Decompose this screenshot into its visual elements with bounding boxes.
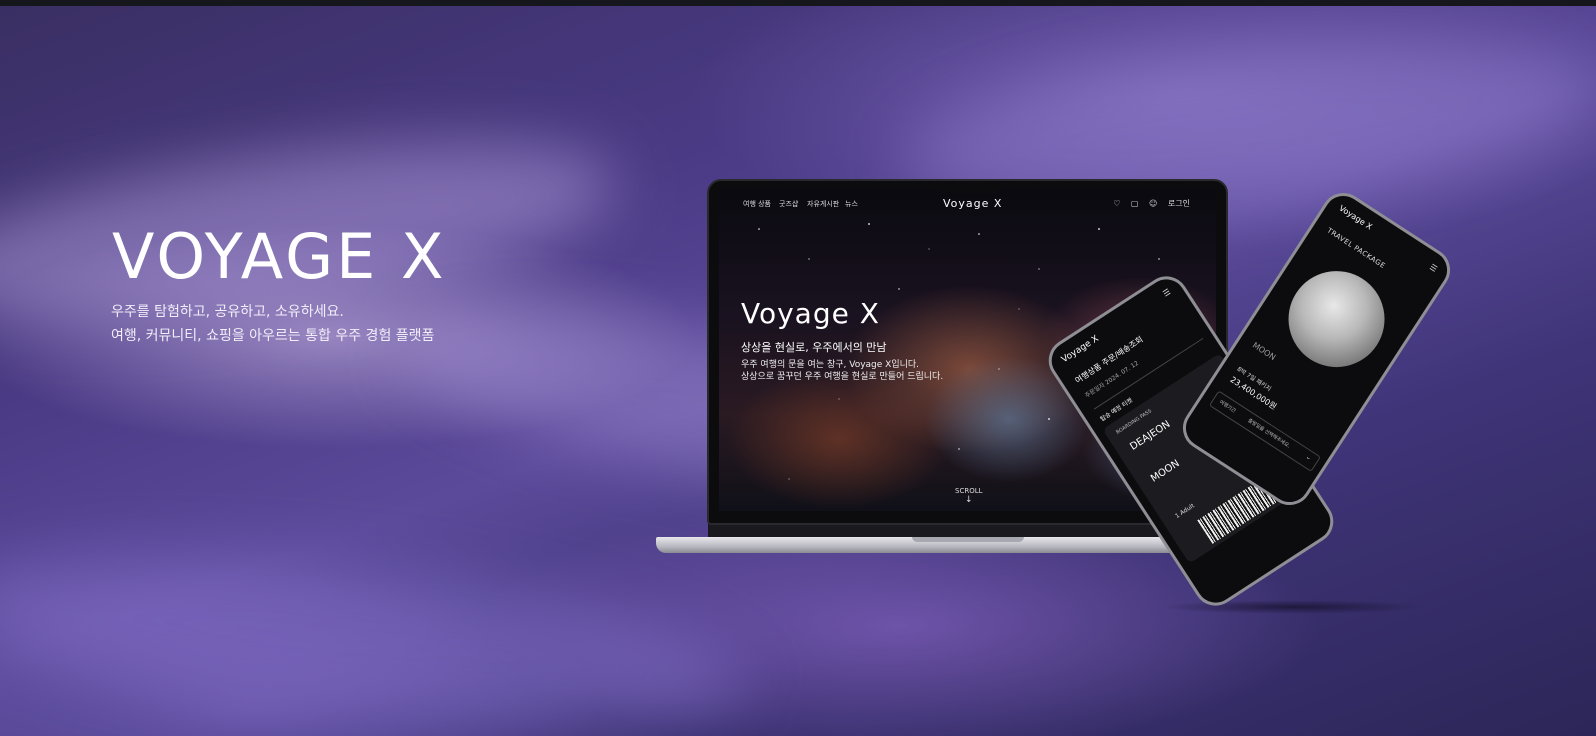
section-title: TRAVEL PACKAGE xyxy=(1325,226,1387,271)
product-name: MOON xyxy=(1250,340,1278,363)
menu-icon[interactable]: ☰ xyxy=(1428,262,1439,273)
camera-notch xyxy=(939,181,999,195)
option-label: 여행기간 xyxy=(1218,399,1237,415)
menu-icon[interactable]: ☰ xyxy=(1161,287,1172,298)
arrow-down-icon: ↓ xyxy=(964,495,973,505)
phone-shadow xyxy=(1160,600,1426,614)
cart-icon[interactable]: ▢ xyxy=(1131,199,1139,208)
hero-subtitle-line-1: 우주를 탐험하고, 공유하고, 소유하세요. xyxy=(111,304,344,320)
phone1-logo: Voyage X xyxy=(1059,333,1101,366)
nav-item-board[interactable]: 자유게시판 xyxy=(807,199,839,209)
screen-desc-line-1: 우주 여행의 문을 여는 창구, Voyage X입니다. xyxy=(741,360,920,370)
nav-item-travel[interactable]: 여행 상품 xyxy=(743,199,771,209)
user-icon[interactable]: ☺ xyxy=(1149,199,1157,208)
scroll-indicator[interactable]: SCROLL ↓ xyxy=(955,487,983,505)
nav-icons: ♡ ▢ ☺ 로그인 xyxy=(1105,198,1190,209)
login-link[interactable]: 로그인 xyxy=(1168,199,1190,208)
moon-image xyxy=(1270,252,1403,386)
screen-desc-line-2: 상상으로 꿈꾸던 우주 여행을 현실로 만들어 드립니다. xyxy=(741,372,944,382)
heart-icon[interactable]: ♡ xyxy=(1113,199,1120,208)
screen-description: 우주 여행의 문을 여는 창구, Voyage X입니다. 상상으로 꿈꾸던 우… xyxy=(741,359,943,383)
destination: MOON xyxy=(1148,458,1182,485)
chevron-down-icon: ⌄ xyxy=(1304,452,1314,463)
hero-title: VOYAGE X xyxy=(112,220,447,293)
screen-title: Voyage X xyxy=(741,297,880,330)
laptop-groove xyxy=(912,537,1024,542)
nav-item-goods[interactable]: 굿즈샵 xyxy=(779,199,798,209)
hero-subtitle-line-2: 여행, 커뮤니티, 쇼핑을 아우르는 통합 우주 경험 플랫폼 xyxy=(111,328,435,344)
screen-subtitle: 상상을 현실로, 우주에서의 만남 xyxy=(741,341,887,354)
phone2-logo: Voyage X xyxy=(1337,203,1374,232)
option-value: 출발일을 선택해주세요. xyxy=(1246,417,1292,450)
passenger-count: 1 Adult xyxy=(1174,502,1196,520)
site-logo[interactable]: Voyage X xyxy=(943,197,1002,210)
nav-item-news[interactable]: 뉴스 xyxy=(845,199,858,209)
scroll-label: SCROLL xyxy=(955,487,983,495)
hero-subtitle: 우주를 탐험하고, 공유하고, 소유하세요. 여행, 커뮤니티, 쇼핑을 아우르… xyxy=(111,300,434,348)
